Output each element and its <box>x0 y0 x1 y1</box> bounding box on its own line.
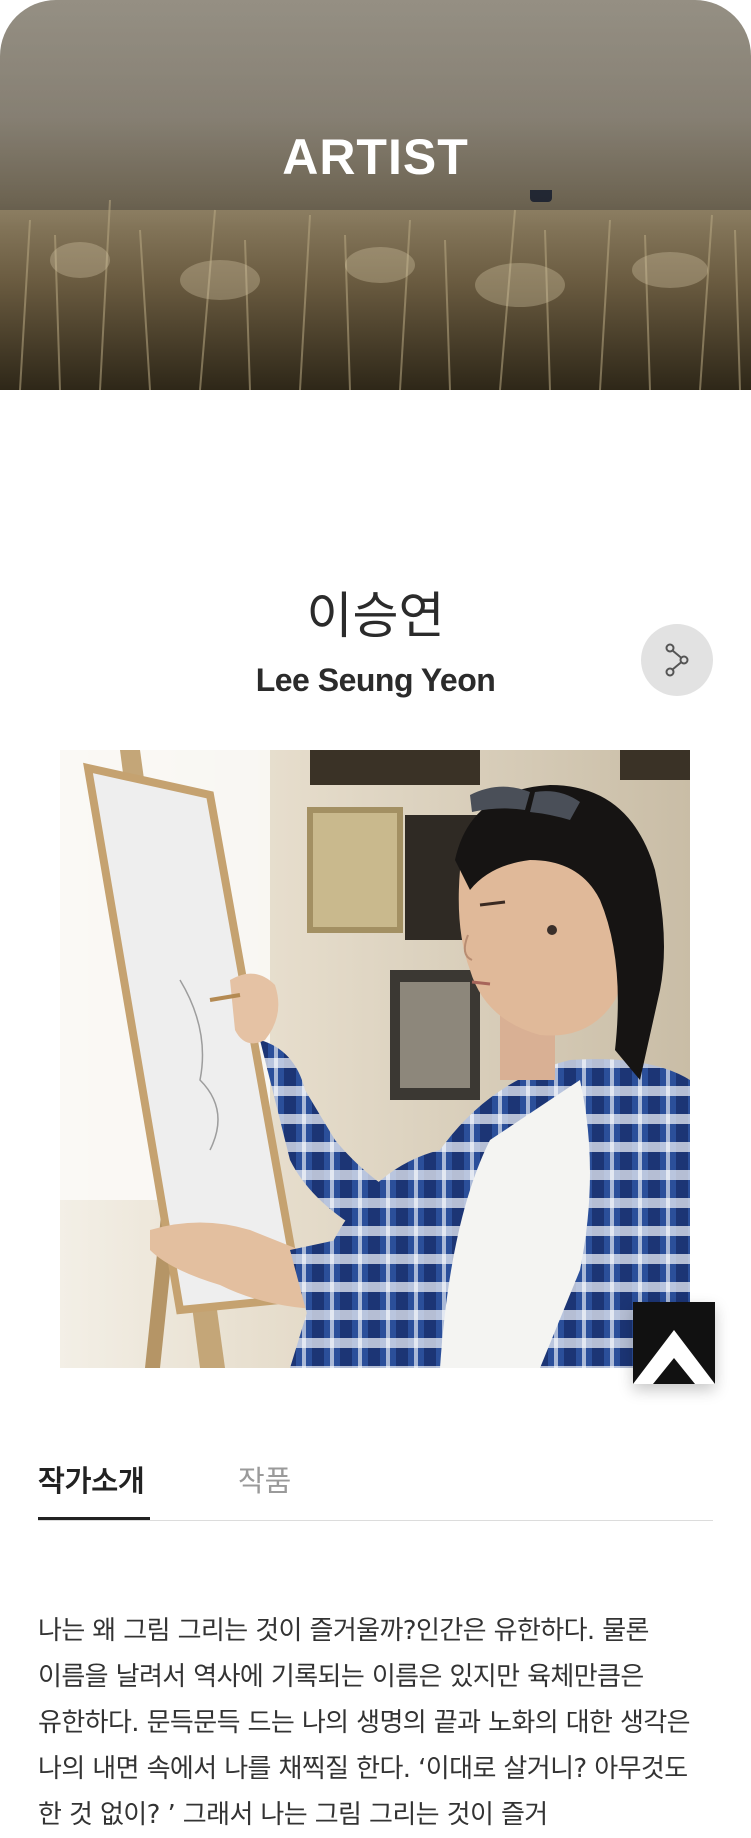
share-icon <box>665 643 689 677</box>
artist-painting-illustration <box>60 750 690 1368</box>
artist-intro-text: 나는 왜 그림 그리는 것이 즐거울까?인간은 유한하다. 물론 이름을 날려서… <box>38 1616 691 1830</box>
scroll-top-button[interactable] <box>633 1302 715 1384</box>
artist-name-english: Lee Seung Yeon <box>255 662 496 698</box>
tab-artist-intro[interactable]: 작가소개 <box>38 1458 150 1520</box>
tab-works[interactable]: 작품 <box>238 1458 348 1520</box>
share-button[interactable] <box>641 624 713 696</box>
hero-banner: ARTIST <box>0 0 751 390</box>
artist-photo <box>60 750 690 1368</box>
hero-overlay <box>0 0 751 390</box>
tab-bar: 작가소개 작품 <box>38 1458 713 1521</box>
scroll-top-icon <box>633 1302 715 1384</box>
artist-name-korean: 이승연 <box>306 587 445 645</box>
page-title: ARTIST <box>282 129 469 185</box>
